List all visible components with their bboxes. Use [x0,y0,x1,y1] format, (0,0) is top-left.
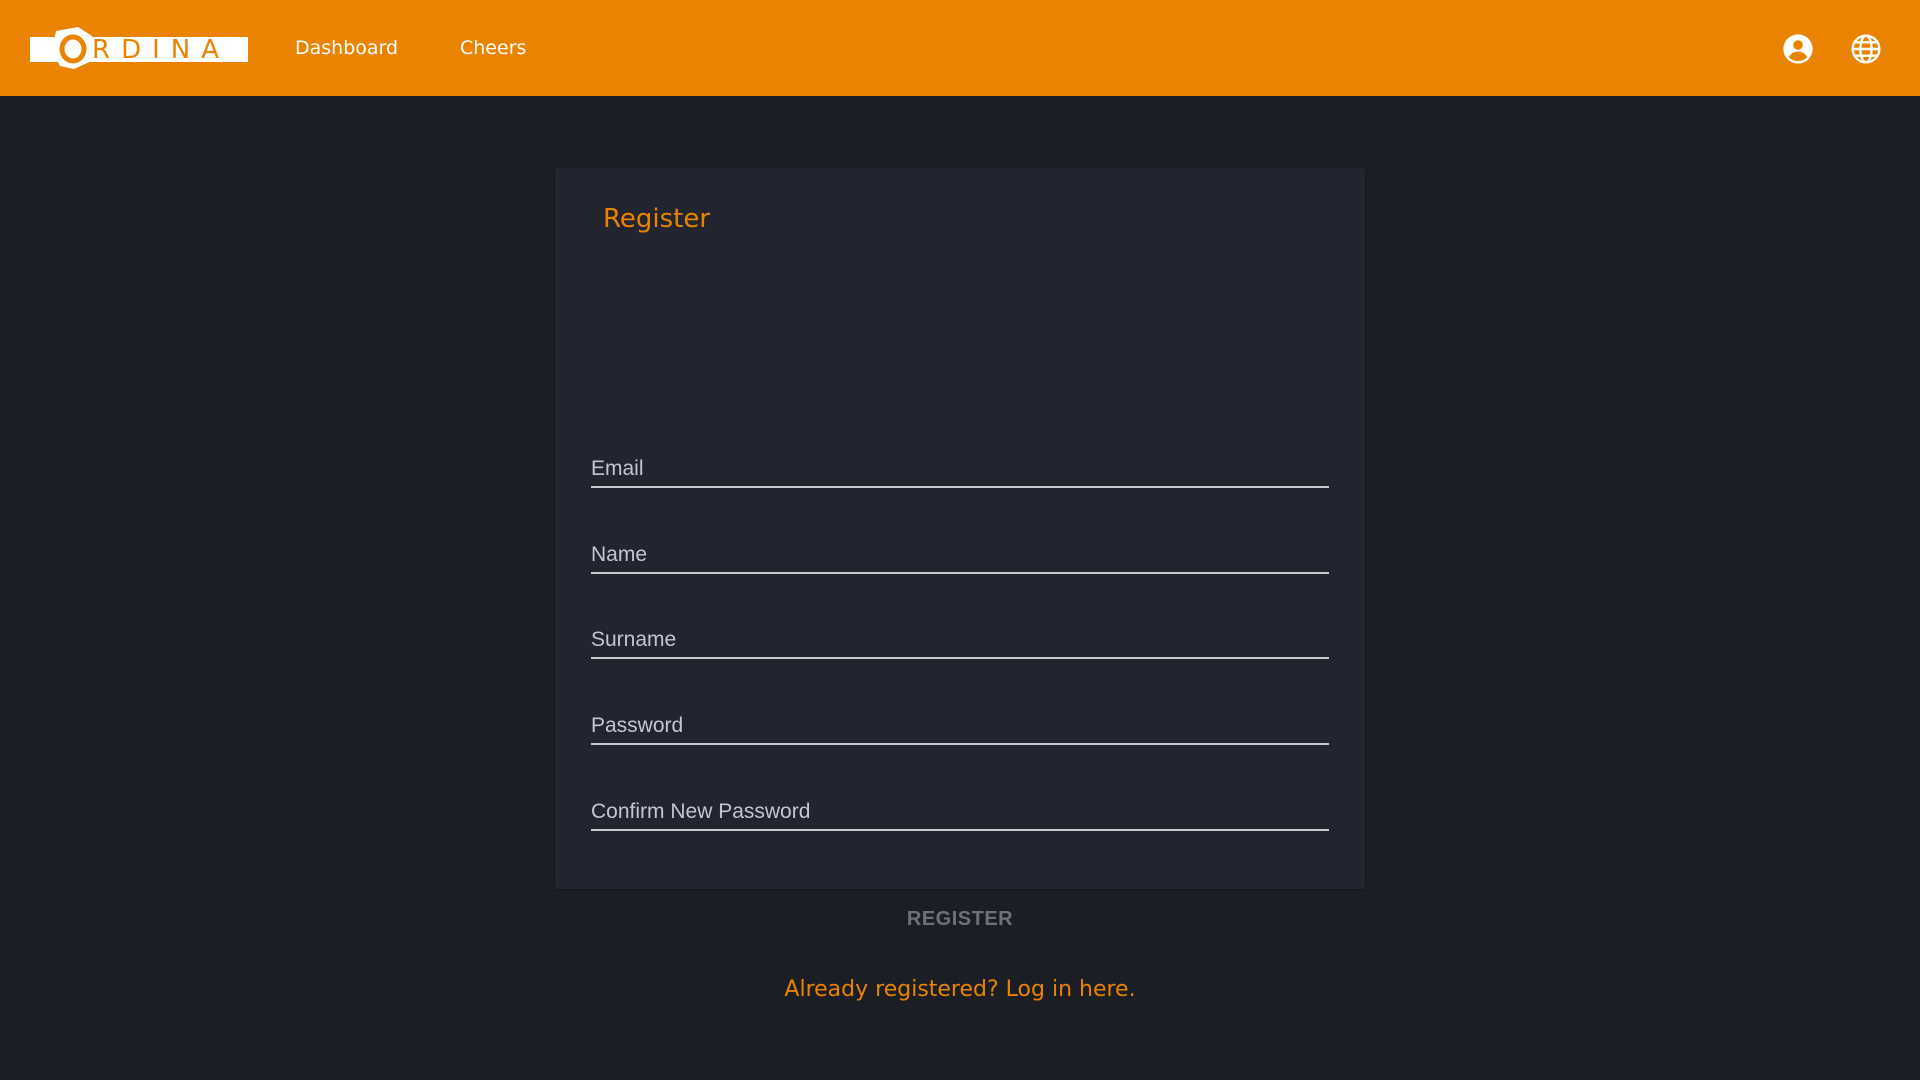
account-circle-icon[interactable] [1782,33,1814,65]
top-app-bar: RDINA Dashboard Cheers [0,0,1920,96]
confirm-password-underline [591,829,1329,831]
register-card: Register REGISTER Already registered? Lo… [555,168,1365,1002]
email-input[interactable] [591,442,1329,486]
name-input[interactable] [591,528,1329,572]
confirm-password-input[interactable] [591,785,1329,829]
password-underline [591,743,1329,745]
ordina-logo[interactable]: RDINA [30,26,248,70]
login-link[interactable]: Already registered? Log in here. [555,976,1365,1004]
password-field [591,699,1329,745]
name-field [591,528,1329,574]
email-underline [591,486,1329,488]
nav-cheers[interactable]: Cheers [460,36,526,60]
register-title: Register [603,204,711,234]
password-input[interactable] [591,699,1329,743]
nav-dashboard[interactable]: Dashboard [295,36,398,60]
globe-icon[interactable] [1850,33,1882,65]
register-button[interactable]: REGISTER [895,895,1025,943]
confirm-password-field [591,785,1329,831]
name-underline [591,572,1329,574]
email-field [591,442,1329,488]
surname-input[interactable] [591,613,1329,657]
surname-underline [591,657,1329,659]
surname-field [591,613,1329,659]
svg-text:RDINA: RDINA [92,35,230,65]
